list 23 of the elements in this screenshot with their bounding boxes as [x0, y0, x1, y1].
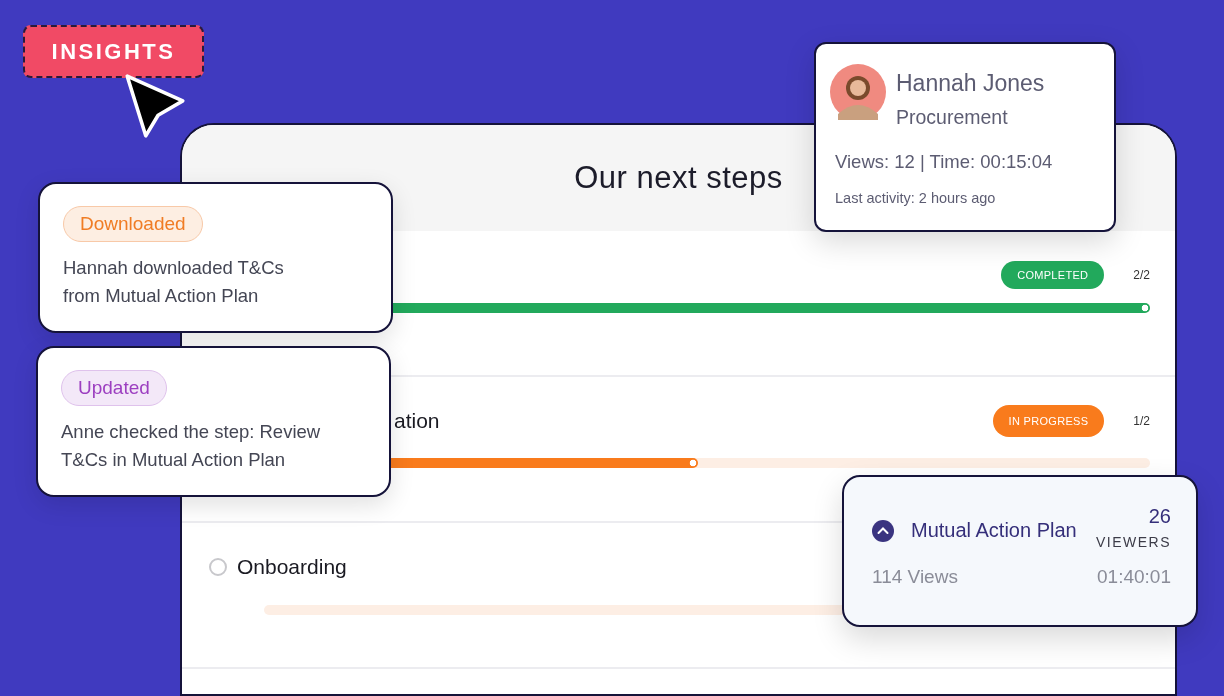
collapse-icon[interactable]: [872, 519, 894, 542]
viewer-count: 26: [1147, 505, 1171, 528]
viewers-label: VIEWERS: [1095, 534, 1171, 550]
step-count: 2/2: [1133, 268, 1150, 282]
panel-title: Our next steps: [574, 160, 783, 196]
view-time: 01:40:01: [1097, 566, 1171, 588]
status-badge: COMPLETED: [1001, 261, 1105, 289]
contact-name: Hannah Jones: [896, 70, 1045, 97]
step-count: 1/2: [1133, 414, 1150, 428]
status-badge: IN PROGRESS: [992, 405, 1105, 437]
insights-badge: INSIGHTS: [23, 25, 204, 78]
document-title: Mutual Action Plan: [911, 519, 1077, 542]
last-activity: Last activity: 2 hours ago: [835, 190, 997, 206]
activity-text: Anne checked the step: Review T&Cs in Mutual Action Plan: [61, 420, 322, 472]
contact-stats: Views: 12 | Time: 00:15:04: [835, 151, 1054, 173]
contact-department: Procurement: [896, 106, 1009, 129]
view-count: 114 Views: [872, 566, 958, 588]
activity-tag: Downloaded: [63, 206, 203, 242]
step-title: ation: [394, 409, 440, 433]
step-title: Onboarding: [237, 555, 347, 579]
step-checkbox[interactable]: [209, 558, 227, 576]
activity-text: Hannah downloaded T&Cs from Mutual Action Plan: [63, 256, 285, 308]
activity-tag: Updated: [61, 370, 167, 406]
